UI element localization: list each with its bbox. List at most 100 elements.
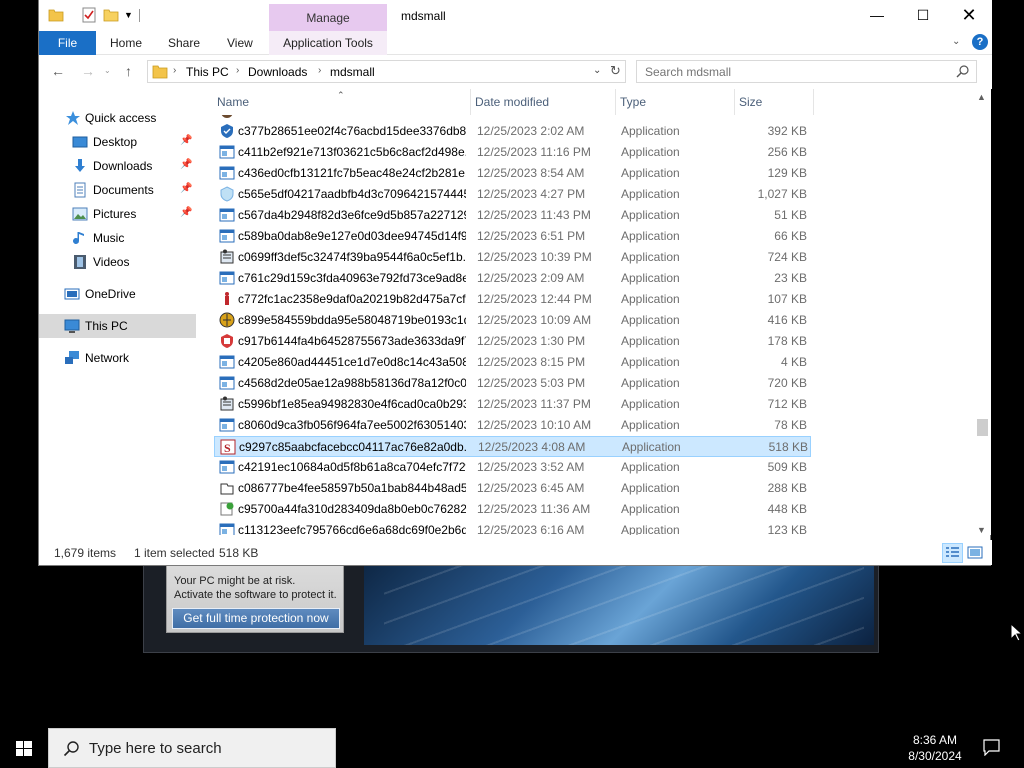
get-protection-button[interactable]: Get full time protection now	[172, 608, 340, 629]
manage-contextual-tab[interactable]: Manage	[269, 4, 387, 31]
sidebar-item-documents[interactable]: Documents 📌	[39, 178, 196, 202]
tab-view[interactable]: View	[217, 31, 263, 55]
pin-icon[interactable]: 📌	[180, 135, 192, 146]
taskbar-search-box[interactable]: Type here to search	[48, 728, 336, 768]
table-row[interactable]: c589ba0dab8e9e127e0d03dee94745d14f9... 12…	[214, 226, 811, 247]
table-row[interactable]: c4205e860ad44451ce1d7e0d8c14c43a508... 12…	[214, 352, 811, 373]
address-history-chevron-icon[interactable]: ⌄	[593, 65, 601, 76]
close-button[interactable]: ✕	[946, 0, 992, 31]
sidebar-item-desktop[interactable]: Desktop 📌	[39, 130, 196, 154]
pin-icon[interactable]: 📌	[180, 207, 192, 218]
quick-access-toolbar-dropdown-icon[interactable]: ▼	[124, 10, 134, 26]
table-row[interactable]: c772fc1ac2358e9daf0a20219b82d475a7cf... 1…	[214, 289, 811, 310]
table-row[interactable]: c086777be4fee58597b50a1bab844b48ad5... 12…	[214, 478, 811, 499]
table-row[interactable]: c567da4b2948f82d3e6fce9d5b857a227129... 1…	[214, 205, 811, 226]
search-box[interactable]	[636, 60, 977, 83]
table-row[interactable]: c565e5df04217aadbfb4d3c7096421574445... 1…	[214, 184, 811, 205]
search-icon[interactable]	[956, 64, 970, 78]
table-row-selected[interactable]: Sc9297c85aabcfacebcc04117ac76e82a0db... 1…	[214, 436, 811, 457]
new-folder-icon[interactable]	[103, 7, 119, 23]
file-type: Application	[621, 313, 680, 327]
file-date-modified: 12/25/2023 11:36 AM	[477, 502, 591, 516]
up-arrow-icon[interactable]: ↑	[125, 63, 132, 79]
file-type: Application	[621, 481, 680, 495]
back-arrow-icon[interactable]: ←	[51, 63, 65, 79]
forward-arrow-icon[interactable]: →	[81, 63, 95, 79]
breadcrumb-downloads[interactable]: Downloads	[248, 65, 307, 79]
table-row[interactable]: c761c29d159c3fda40963e792fd73ce9ad8e... 1…	[214, 268, 811, 289]
table-row[interactable]: c917b6144fa4b64528755673ade3633da9f7... 1…	[214, 331, 811, 352]
refresh-icon[interactable]: ↻	[610, 63, 621, 79]
warning-line-1: Your PC might be at risk.	[174, 575, 296, 587]
breadcrumb-separator-icon[interactable]: ›	[318, 65, 321, 76]
table-row[interactable]: c0699ff3def5c32474f39ba9544f6a0c5ef1b...…	[214, 247, 811, 268]
column-header-size[interactable]: Size	[736, 89, 814, 115]
scroll-down-arrow-icon[interactable]: ▼	[977, 525, 986, 535]
table-row[interactable]: c411b2ef921e713f03621c5b6c8acf2d498e... 1…	[214, 142, 811, 163]
table-row[interactable]: c899e584559bdda95e58048719be0193c1d... 12…	[214, 310, 811, 331]
large-icons-view-icon[interactable]	[967, 545, 983, 560]
table-row[interactable]: c113123eefc795766cd6e6a68dc69f0e2b6d... 1…	[214, 520, 811, 535]
sidebar-item-pictures[interactable]: Pictures 📌	[39, 202, 196, 226]
details-view-button[interactable]	[942, 543, 963, 563]
breadcrumb-this-pc[interactable]: This PC	[186, 65, 229, 79]
file-size: 720 KB	[767, 376, 807, 390]
scroll-up-arrow-icon[interactable]: ▲	[977, 92, 986, 102]
svg-text:S: S	[224, 441, 231, 455]
action-center-icon[interactable]	[983, 739, 1000, 756]
sidebar-item-downloads[interactable]: Downloads 📌	[39, 154, 196, 178]
file-name: c4205e860ad44451ce1d7e0d8c14c43a508...	[238, 355, 466, 369]
help-icon[interactable]: ?	[972, 34, 988, 50]
breadcrumb-mdsmall[interactable]: mdsmall	[330, 65, 375, 79]
tab-application-tools[interactable]: Application Tools	[269, 31, 387, 55]
sidebar-item-music[interactable]: Music	[39, 226, 196, 250]
table-row[interactable]: c8060d9ca3fb056f964fa7ee5002f63051403...…	[214, 415, 811, 436]
tab-share[interactable]: Share	[158, 31, 210, 55]
address-bar[interactable]: › This PC › Downloads › mdsmall ⌄ ↻	[147, 60, 626, 83]
sidebar-item-network[interactable]: Network	[39, 346, 196, 370]
table-row[interactable]: c4568d2de05ae12a988b58136d78a12f0c0... 12…	[214, 373, 811, 394]
table-row[interactable]: c436ed0cfb13121fc7b5eac48e24cf2b281e... 1…	[214, 163, 811, 184]
table-row[interactable]: c377b28651ee02f4c76acbd15dee3376db8... 12…	[214, 121, 811, 142]
file-name: c9297c85aabcfacebcc04117ac76e82a0db...	[239, 440, 467, 454]
pin-icon[interactable]: 📌	[180, 159, 192, 170]
star-icon	[66, 111, 80, 125]
tab-file[interactable]: File	[39, 31, 96, 55]
expand-ribbon-chevron-icon[interactable]: ⌄	[952, 36, 960, 47]
file-name: c5996bf1e85ea94982830e4f6cad0ca0b293...	[238, 397, 466, 411]
generic-exe-icon	[219, 208, 235, 222]
pin-icon[interactable]: 📌	[180, 183, 192, 194]
file-type: Application	[621, 397, 680, 411]
file-name: c113123eefc795766cd6e6a68dc69f0e2b6d...	[238, 523, 466, 535]
scrollbar-thumb[interactable]	[977, 419, 988, 436]
sidebar-item-this-pc[interactable]: This PC	[39, 314, 196, 338]
recent-locations-chevron-icon[interactable]: ⌄	[104, 66, 111, 75]
sidebar-item-quick-access[interactable]: Quick access	[39, 106, 196, 130]
vertical-scrollbar[interactable]: ▲ ▼	[974, 89, 991, 535]
column-header-date-modified[interactable]: Date modified	[472, 89, 616, 115]
file-name: c772fc1ac2358e9daf0a20219b82d475a7cf...	[238, 292, 466, 306]
file-size: 107 KB	[767, 292, 807, 306]
table-row[interactable]: c5996bf1e85ea94982830e4f6cad0ca0b293... 1…	[214, 394, 811, 415]
system-clock[interactable]: 8:36 AM 8/30/2024	[900, 732, 970, 764]
sidebar-item-videos[interactable]: Videos	[39, 250, 196, 274]
sidebar-item-onedrive[interactable]: OneDrive	[39, 282, 196, 306]
column-header-name[interactable]: Name ⌃	[214, 89, 471, 115]
partially-visible-row[interactable]	[214, 115, 974, 120]
search-input[interactable]	[645, 65, 945, 79]
column-header-type[interactable]: Type	[617, 89, 735, 115]
file-date-modified: 12/25/2023 2:09 AM	[477, 271, 585, 285]
maximize-button[interactable]: ☐	[900, 0, 946, 31]
breadcrumb-separator-icon[interactable]: ›	[173, 65, 176, 76]
file-size: 123 KB	[767, 523, 807, 535]
start-button[interactable]	[0, 728, 48, 768]
table-row[interactable]: c95700a44fa310d283409da8b0eb0c76282f... 1…	[214, 499, 811, 520]
selection-count: 1 item selected	[134, 546, 215, 560]
minimize-button[interactable]: —	[854, 0, 900, 31]
properties-icon[interactable]	[81, 7, 97, 23]
file-size: 78 KB	[774, 418, 807, 432]
tab-home[interactable]: Home	[100, 31, 152, 55]
folder-icon[interactable]	[48, 7, 64, 23]
breadcrumb-separator-icon[interactable]: ›	[236, 65, 239, 76]
table-row[interactable]: c42191ec10684a0d5f8b61a8ca704efc7f72f...…	[214, 457, 811, 478]
